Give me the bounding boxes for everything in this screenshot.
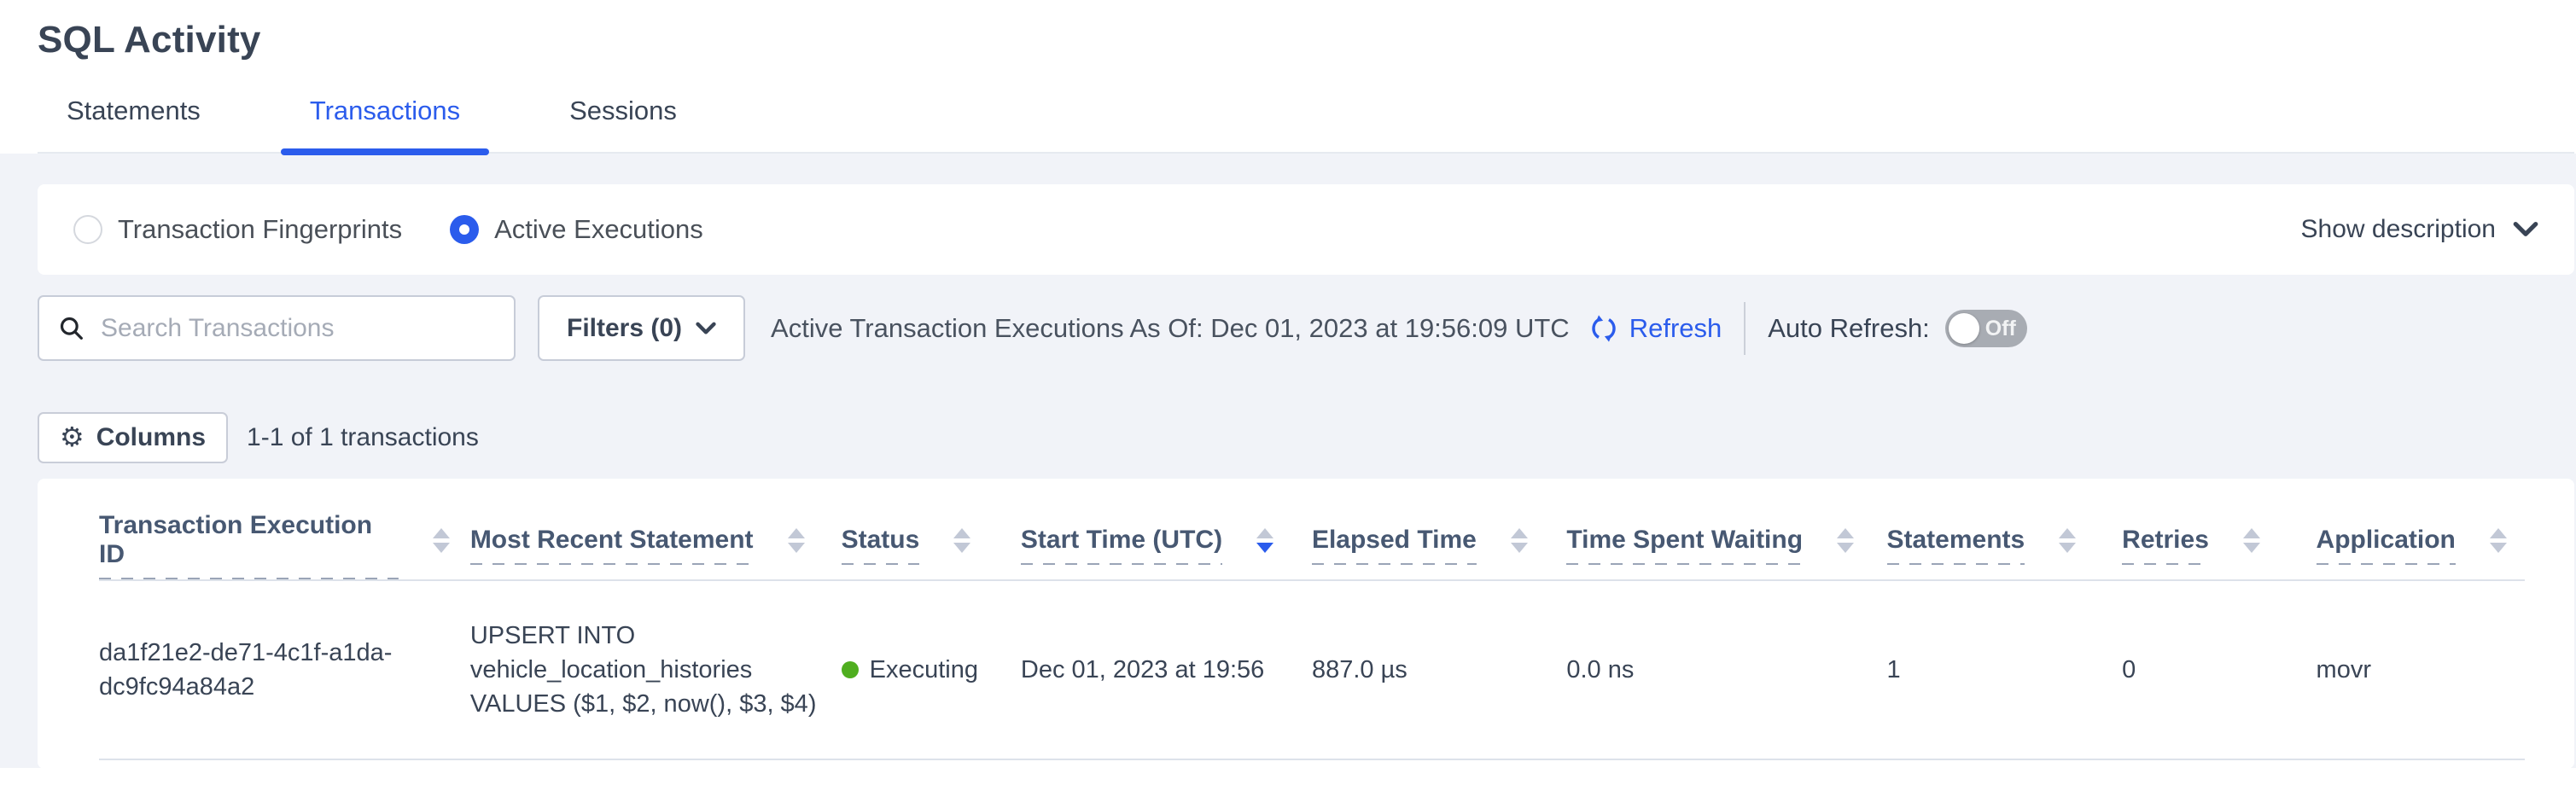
- tab-statements[interactable]: Statements: [38, 96, 230, 152]
- page-title: SQL Activity: [38, 19, 2576, 61]
- toggle-state-label: Off: [1985, 317, 2016, 341]
- transactions-table-card: Transaction Execution ID Most Recent Sta…: [38, 479, 2574, 769]
- tab-bar: Statements Transactions Sessions: [38, 96, 2574, 154]
- radio-active-executions[interactable]: Active Executions: [450, 214, 703, 245]
- table-row: da1f21e2-de71-4c1f-a1da-dc9fc94a84a2 UPS…: [99, 580, 2525, 759]
- transaction-execution-id-link[interactable]: da1f21e2-de71-4c1f-a1da-dc9fc94a84a2: [99, 639, 392, 701]
- toggle-knob: [1949, 313, 1979, 344]
- status-executing-dot: [842, 661, 859, 678]
- active-tab-indicator: [281, 148, 489, 155]
- refresh-icon: [1588, 313, 1619, 344]
- sort-icon: [2490, 528, 2507, 553]
- retries-cell: 0: [2122, 580, 2316, 759]
- controls-row: Filters (0) Active Transaction Execution…: [38, 295, 2574, 361]
- sort-icon: [953, 528, 970, 553]
- column-header-application[interactable]: Application: [2317, 479, 2525, 580]
- show-description-toggle[interactable]: Show description: [2301, 215, 2538, 244]
- transactions-table: Transaction Execution ID Most Recent Sta…: [99, 479, 2525, 760]
- column-header-time-spent-waiting[interactable]: Time Spent Waiting: [1566, 479, 1886, 580]
- refresh-button[interactable]: Refresh: [1588, 313, 1722, 344]
- sort-icon: [2059, 528, 2076, 553]
- chevron-down-icon: [2513, 221, 2538, 238]
- vertical-divider: [1744, 302, 1746, 355]
- column-header-statements[interactable]: Statements: [1887, 479, 2123, 580]
- radio-unselected-icon[interactable]: [73, 215, 102, 244]
- tab-sessions[interactable]: Sessions: [540, 96, 706, 152]
- statements-count-cell: 1: [1887, 580, 2123, 759]
- radio-transaction-fingerprints[interactable]: Transaction Fingerprints: [73, 214, 402, 245]
- application-cell: movr: [2317, 580, 2525, 759]
- view-mode-radio-group: Transaction Fingerprints Active Executio…: [73, 214, 751, 245]
- auto-refresh-label: Auto Refresh:: [1768, 313, 1930, 344]
- as-of-timestamp: Active Transaction Executions As Of: Dec…: [771, 313, 1570, 344]
- auto-refresh-toggle[interactable]: Off: [1945, 310, 2027, 347]
- columns-button[interactable]: ⚙ Columns: [38, 412, 228, 463]
- view-options-card: Transaction Fingerprints Active Executio…: [38, 184, 2574, 275]
- sort-icon: [788, 528, 805, 553]
- time-spent-waiting-cell: 0.0 ns: [1566, 580, 1886, 759]
- tab-transactions[interactable]: Transactions: [281, 96, 489, 152]
- column-header-status[interactable]: Status: [842, 479, 1021, 580]
- sort-icon: [433, 528, 450, 553]
- search-box[interactable]: [38, 295, 516, 361]
- status-label: Executing: [870, 653, 978, 687]
- sort-icon: [1511, 528, 1528, 553]
- column-header-elapsed-time[interactable]: Elapsed Time: [1312, 479, 1566, 580]
- sort-icon: [2243, 528, 2260, 553]
- search-icon: [58, 315, 85, 342]
- chevron-down-icon: [696, 322, 716, 335]
- column-header-transaction-execution-id[interactable]: Transaction Execution ID: [99, 479, 470, 580]
- radio-selected-icon[interactable]: [450, 215, 479, 244]
- column-header-retries[interactable]: Retries: [2122, 479, 2316, 580]
- column-header-most-recent-statement[interactable]: Most Recent Statement: [470, 479, 842, 580]
- filters-button[interactable]: Filters (0): [538, 295, 745, 361]
- column-header-start-time[interactable]: Start Time (UTC): [1021, 479, 1312, 580]
- gear-icon: ⚙: [60, 423, 85, 451]
- results-toolbar: ⚙ Columns 1-1 of 1 transactions: [38, 412, 2574, 463]
- sort-icon: [1837, 528, 1854, 553]
- main-content: Transaction Fingerprints Active Executio…: [0, 154, 2576, 768]
- table-header-row: Transaction Execution ID Most Recent Sta…: [99, 479, 2525, 580]
- sort-icon-active-desc: [1256, 528, 1273, 553]
- page-header: SQL Activity Statements Transactions Ses…: [0, 0, 2576, 154]
- elapsed-time-cell: 887.0 µs: [1312, 580, 1566, 759]
- status-cell: Executing: [842, 580, 1021, 759]
- most-recent-statement-cell: UPSERT INTO vehicle_location_histories V…: [470, 580, 842, 759]
- search-input[interactable]: [101, 314, 495, 343]
- results-count: 1-1 of 1 transactions: [247, 423, 479, 452]
- start-time-cell: Dec 01, 2023 at 19:56: [1021, 580, 1312, 759]
